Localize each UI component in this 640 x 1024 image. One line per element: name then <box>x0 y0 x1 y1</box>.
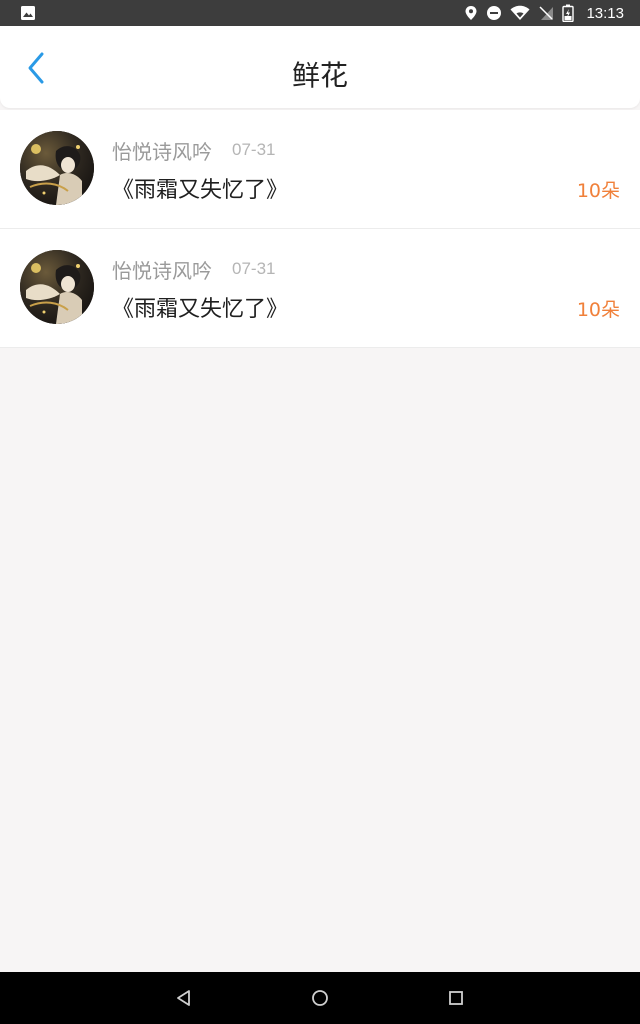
no-sim-icon <box>538 5 554 21</box>
nav-back-button[interactable] <box>172 986 196 1010</box>
location-icon <box>464 5 478 21</box>
work-title[interactable]: 《雨霜又失忆了》 <box>112 172 288 204</box>
list-item[interactable]: 怡悦诗风吟 07-31 《雨霜又失忆了》 10朵 <box>0 229 640 348</box>
user-name[interactable]: 怡悦诗风吟 <box>112 136 212 165</box>
avatar[interactable] <box>20 250 94 324</box>
post-date: 07-31 <box>232 140 276 159</box>
page-title: 鲜花 <box>291 59 348 92</box>
app-header: 鲜花 <box>0 26 640 108</box>
user-name[interactable]: 怡悦诗风吟 <box>112 255 212 284</box>
navigation-bar <box>0 972 640 1024</box>
status-time: 13:13 <box>586 4 624 22</box>
status-bar: 13:13 <box>0 0 640 26</box>
image-icon <box>20 5 36 21</box>
flower-count: 10朵 <box>576 299 620 321</box>
battery-charging-icon <box>562 4 575 22</box>
avatar[interactable] <box>20 131 94 205</box>
dnd-icon <box>486 5 502 21</box>
post-date: 07-31 <box>232 259 276 278</box>
list-item[interactable]: 怡悦诗风吟 07-31 《雨霜又失忆了》 10朵 <box>0 110 640 229</box>
work-title[interactable]: 《雨霜又失忆了》 <box>112 291 288 323</box>
flower-list: 怡悦诗风吟 07-31 《雨霜又失忆了》 10朵 怡悦诗风吟 07-31 《雨霜… <box>0 110 640 348</box>
status-right: 13:13 <box>464 4 640 22</box>
home-circle-icon <box>312 990 328 1006</box>
status-left <box>0 5 464 21</box>
flower-count: 10朵 <box>576 180 620 202</box>
nav-recents-button[interactable] <box>444 986 468 1010</box>
back-triangle-icon <box>177 990 190 1006</box>
wifi-icon <box>510 5 530 21</box>
nav-home-button[interactable] <box>308 986 332 1010</box>
recents-square-icon <box>449 991 463 1005</box>
